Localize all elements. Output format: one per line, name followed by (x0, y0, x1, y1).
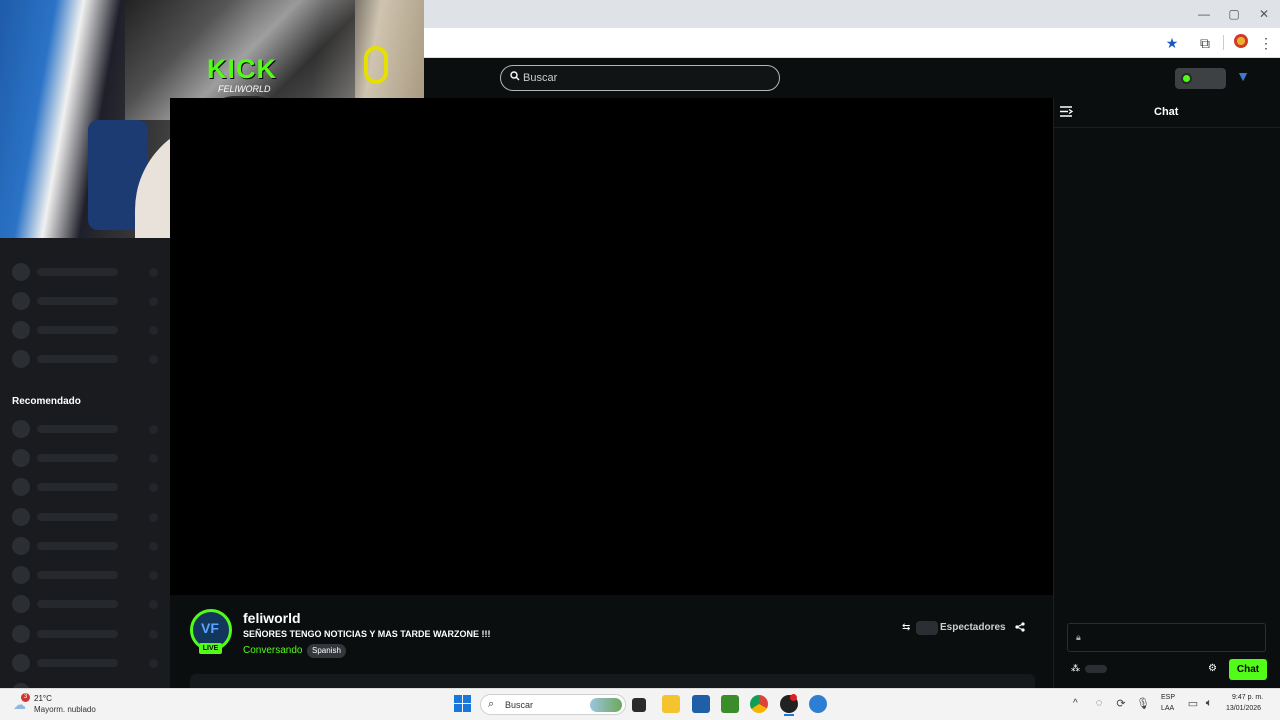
viewers-label: Espectadores (940, 622, 1006, 633)
sync-icon[interactable]: ⟳ (1114, 697, 1128, 711)
kick-logo-icon (1181, 73, 1192, 84)
clock-time[interactable]: 9:47 p. m. (1232, 694, 1263, 701)
search-icon (510, 71, 524, 85)
live-badge: LIVE (199, 643, 222, 654)
star-icon[interactable]: ★ (1163, 34, 1181, 52)
sidebar-skeleton-item (12, 292, 162, 310)
sidebar-skeleton-item (12, 508, 162, 526)
kick-logo-subtitle: FELIWORLD (218, 84, 271, 94)
weather-description[interactable]: Mayorm. nublado (34, 705, 96, 714)
user-avatar[interactable]: ▼ (1234, 68, 1252, 86)
chat-title: Chat (1154, 106, 1179, 118)
sidebar-skeleton-item (12, 420, 162, 438)
recommended-heading: Recomendado (12, 396, 81, 407)
chat-panel (1053, 98, 1280, 688)
language-tag[interactable]: Spanish (307, 644, 346, 658)
stream-category[interactable]: Conversando (243, 645, 302, 656)
video-player[interactable] (170, 98, 1053, 595)
active-app-indicator (784, 714, 794, 716)
sidebar-skeleton-item (12, 595, 162, 613)
keyboard-layout[interactable]: LAA (1161, 705, 1174, 712)
sidebar-skeleton-item (12, 537, 162, 555)
sidebar-skeleton-item (12, 478, 162, 496)
tray-chevron-icon[interactable]: ^ (1073, 698, 1078, 709)
extensions-icon[interactable]: ⧉ (1196, 34, 1214, 52)
sidebar-skeleton-item (12, 449, 162, 467)
about-panel (190, 674, 1035, 688)
viewers-count-skeleton (916, 621, 938, 635)
channel-points-skeleton (1085, 665, 1107, 673)
maximize-icon[interactable]: ▢ (1226, 6, 1242, 22)
search-icon: ⌕ (488, 698, 495, 710)
app-icon[interactable] (809, 695, 827, 713)
sidebar-skeleton-item (12, 350, 162, 368)
sidebar-skeleton-item (12, 263, 162, 281)
taskbar-search-label: Buscar (505, 700, 534, 710)
clock-date[interactable]: 13/01/2026 (1226, 705, 1261, 712)
viewers-icon: ⇆ (902, 622, 911, 633)
channel-points-icon[interactable]: ⁂ (1071, 663, 1083, 675)
task-view-icon[interactable] (632, 698, 646, 712)
chat-input-box[interactable]: 🔒︎ (1067, 623, 1266, 652)
kick-points-button[interactable] (1175, 68, 1226, 89)
search-bar[interactable] (500, 65, 780, 91)
store-icon[interactable] (692, 695, 710, 713)
profile-icon[interactable] (1234, 34, 1248, 48)
menu-icon[interactable]: ⋮ (1257, 34, 1275, 52)
chrome-icon[interactable] (750, 695, 768, 713)
minimize-icon[interactable]: — (1196, 6, 1212, 22)
microphone-icon[interactable]: 🎙︎ (1136, 697, 1150, 711)
share-icon[interactable] (1015, 622, 1027, 634)
chat-send-button[interactable]: Chat (1229, 659, 1267, 680)
sidebar-skeleton-item (12, 654, 162, 672)
sidebar-skeleton-item (12, 625, 162, 643)
toolbar-divider (1223, 35, 1224, 50)
volume-icon[interactable]: 🔈︎ (1202, 697, 1216, 711)
chat-collapse-icon[interactable] (1060, 106, 1074, 120)
sidebar-skeleton-item (12, 566, 162, 584)
gear-icon[interactable]: ⚙ (1208, 663, 1220, 675)
search-highlight-image (590, 698, 622, 712)
chat-input[interactable] (1090, 629, 1260, 647)
lock-icon: 🔒︎ (1076, 632, 1081, 642)
kick-logo-text: KICK (207, 54, 277, 84)
channel-name[interactable]: feliworld (243, 610, 301, 626)
start-button[interactable] (454, 695, 472, 713)
taskbar-search[interactable]: ⌕ Buscar (480, 694, 626, 715)
tray-app-icon[interactable]: ◌ (1092, 697, 1106, 711)
network-icon[interactable]: ▭ (1186, 697, 1200, 711)
minecraft-icon[interactable] (721, 695, 739, 713)
file-explorer-icon[interactable] (662, 695, 680, 713)
keyboard-language[interactable]: ESP (1161, 694, 1175, 701)
wall-clock (364, 46, 388, 84)
weather-temperature[interactable]: 21°C (34, 694, 52, 703)
search-input[interactable] (523, 69, 773, 87)
sidebar-skeleton-item (12, 321, 162, 339)
notification-dot (790, 694, 797, 701)
close-icon[interactable]: ✕ (1256, 6, 1272, 22)
stream-title: SEÑORES TENGO NOTICIAS Y MAS TARDE WARZO… (243, 629, 491, 639)
weather-badge: 3 (21, 693, 30, 702)
